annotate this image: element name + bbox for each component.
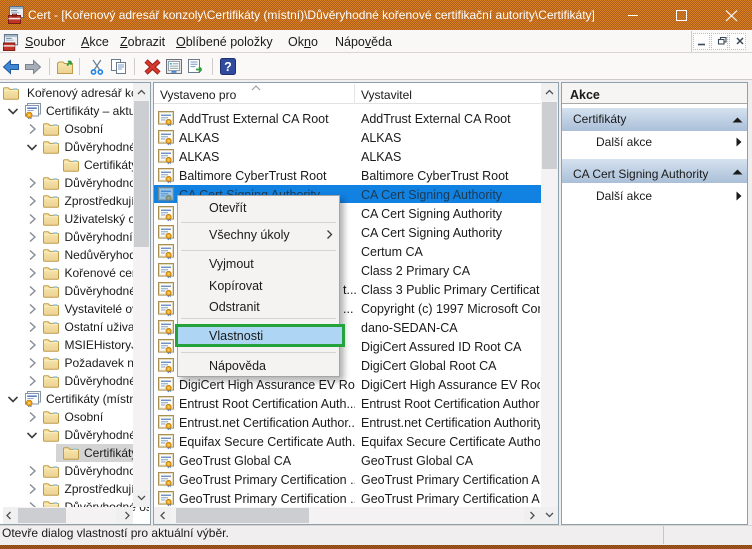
svg-text:?: ? <box>224 60 232 74</box>
